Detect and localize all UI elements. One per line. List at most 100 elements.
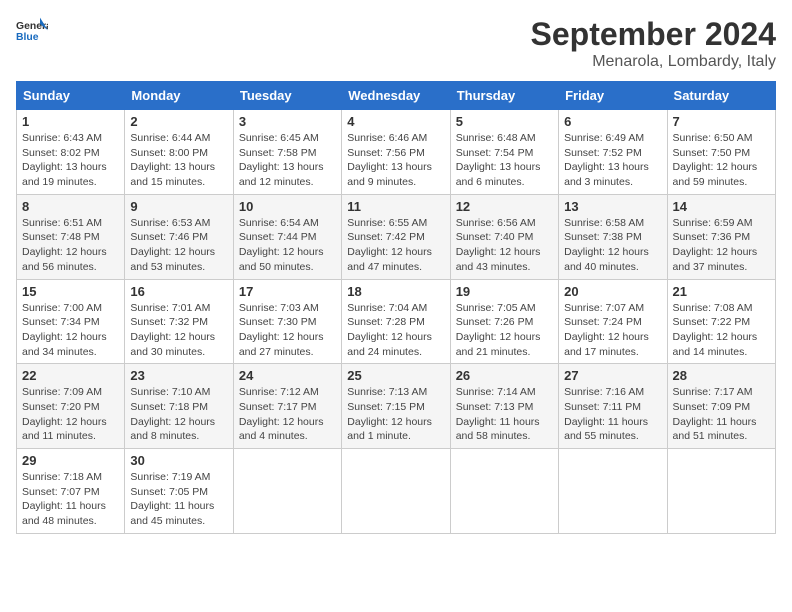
day-detail: Sunrise: 6:45 AM Sunset: 7:58 PM Dayligh… <box>239 131 336 190</box>
day-detail: Sunrise: 7:10 AM Sunset: 7:18 PM Dayligh… <box>130 385 227 444</box>
day-detail: Sunrise: 7:07 AM Sunset: 7:24 PM Dayligh… <box>564 301 661 360</box>
day-number: 25 <box>347 368 444 383</box>
location: Menarola, Lombardy, Italy <box>531 53 776 71</box>
day-number: 11 <box>347 199 444 214</box>
day-detail: Sunrise: 7:01 AM Sunset: 7:32 PM Dayligh… <box>130 301 227 360</box>
calendar-cell: 29 Sunrise: 7:18 AM Sunset: 7:07 PM Dayl… <box>17 449 125 534</box>
col-friday: Friday <box>559 82 667 110</box>
day-number: 13 <box>564 199 661 214</box>
day-detail: Sunrise: 6:51 AM Sunset: 7:48 PM Dayligh… <box>22 216 119 275</box>
calendar-cell: 8 Sunrise: 6:51 AM Sunset: 7:48 PM Dayli… <box>17 194 125 279</box>
calendar-cell <box>450 449 558 534</box>
day-number: 7 <box>673 114 770 129</box>
day-number: 24 <box>239 368 336 383</box>
calendar-cell: 24 Sunrise: 7:12 AM Sunset: 7:17 PM Dayl… <box>233 364 341 449</box>
week-row-3: 15 Sunrise: 7:00 AM Sunset: 7:34 PM Dayl… <box>17 279 776 364</box>
calendar-cell: 20 Sunrise: 7:07 AM Sunset: 7:24 PM Dayl… <box>559 279 667 364</box>
col-wednesday: Wednesday <box>342 82 450 110</box>
calendar-cell: 4 Sunrise: 6:46 AM Sunset: 7:56 PM Dayli… <box>342 110 450 195</box>
calendar-cell <box>667 449 775 534</box>
day-number: 6 <box>564 114 661 129</box>
calendar-cell: 23 Sunrise: 7:10 AM Sunset: 7:18 PM Dayl… <box>125 364 233 449</box>
calendar-cell: 5 Sunrise: 6:48 AM Sunset: 7:54 PM Dayli… <box>450 110 558 195</box>
calendar-cell: 10 Sunrise: 6:54 AM Sunset: 7:44 PM Dayl… <box>233 194 341 279</box>
day-detail: Sunrise: 6:56 AM Sunset: 7:40 PM Dayligh… <box>456 216 553 275</box>
calendar-header-row: Sunday Monday Tuesday Wednesday Thursday… <box>17 82 776 110</box>
day-number: 9 <box>130 199 227 214</box>
day-number: 22 <box>22 368 119 383</box>
day-number: 12 <box>456 199 553 214</box>
day-detail: Sunrise: 6:53 AM Sunset: 7:46 PM Dayligh… <box>130 216 227 275</box>
week-row-4: 22 Sunrise: 7:09 AM Sunset: 7:20 PM Dayl… <box>17 364 776 449</box>
day-detail: Sunrise: 6:54 AM Sunset: 7:44 PM Dayligh… <box>239 216 336 275</box>
calendar-cell: 21 Sunrise: 7:08 AM Sunset: 7:22 PM Dayl… <box>667 279 775 364</box>
day-number: 27 <box>564 368 661 383</box>
day-number: 28 <box>673 368 770 383</box>
day-number: 26 <box>456 368 553 383</box>
day-detail: Sunrise: 7:08 AM Sunset: 7:22 PM Dayligh… <box>673 301 770 360</box>
day-detail: Sunrise: 6:48 AM Sunset: 7:54 PM Dayligh… <box>456 131 553 190</box>
day-number: 18 <box>347 284 444 299</box>
page-header: General Blue September 2024 Menarola, Lo… <box>16 16 776 71</box>
col-sunday: Sunday <box>17 82 125 110</box>
day-detail: Sunrise: 6:44 AM Sunset: 8:00 PM Dayligh… <box>130 131 227 190</box>
calendar-cell: 1 Sunrise: 6:43 AM Sunset: 8:02 PM Dayli… <box>17 110 125 195</box>
col-monday: Monday <box>125 82 233 110</box>
calendar-cell <box>559 449 667 534</box>
calendar-cell: 3 Sunrise: 6:45 AM Sunset: 7:58 PM Dayli… <box>233 110 341 195</box>
day-detail: Sunrise: 7:14 AM Sunset: 7:13 PM Dayligh… <box>456 385 553 444</box>
day-detail: Sunrise: 7:03 AM Sunset: 7:30 PM Dayligh… <box>239 301 336 360</box>
day-detail: Sunrise: 7:04 AM Sunset: 7:28 PM Dayligh… <box>347 301 444 360</box>
day-number: 23 <box>130 368 227 383</box>
calendar-table: Sunday Monday Tuesday Wednesday Thursday… <box>16 81 776 534</box>
svg-text:Blue: Blue <box>16 32 39 43</box>
day-number: 17 <box>239 284 336 299</box>
day-detail: Sunrise: 6:49 AM Sunset: 7:52 PM Dayligh… <box>564 131 661 190</box>
day-number: 16 <box>130 284 227 299</box>
week-row-5: 29 Sunrise: 7:18 AM Sunset: 7:07 PM Dayl… <box>17 449 776 534</box>
logo: General Blue <box>16 16 48 44</box>
calendar-cell: 18 Sunrise: 7:04 AM Sunset: 7:28 PM Dayl… <box>342 279 450 364</box>
calendar-cell <box>233 449 341 534</box>
day-detail: Sunrise: 6:58 AM Sunset: 7:38 PM Dayligh… <box>564 216 661 275</box>
calendar-cell: 30 Sunrise: 7:19 AM Sunset: 7:05 PM Dayl… <box>125 449 233 534</box>
day-number: 3 <box>239 114 336 129</box>
col-tuesday: Tuesday <box>233 82 341 110</box>
day-detail: Sunrise: 6:55 AM Sunset: 7:42 PM Dayligh… <box>347 216 444 275</box>
day-number: 14 <box>673 199 770 214</box>
month-title: September 2024 <box>531 16 776 53</box>
calendar-cell: 12 Sunrise: 6:56 AM Sunset: 7:40 PM Dayl… <box>450 194 558 279</box>
title-area: September 2024 Menarola, Lombardy, Italy <box>531 16 776 71</box>
day-number: 30 <box>130 453 227 468</box>
day-number: 8 <box>22 199 119 214</box>
day-number: 20 <box>564 284 661 299</box>
calendar-cell: 16 Sunrise: 7:01 AM Sunset: 7:32 PM Dayl… <box>125 279 233 364</box>
day-number: 2 <box>130 114 227 129</box>
day-detail: Sunrise: 7:13 AM Sunset: 7:15 PM Dayligh… <box>347 385 444 444</box>
col-saturday: Saturday <box>667 82 775 110</box>
day-detail: Sunrise: 7:17 AM Sunset: 7:09 PM Dayligh… <box>673 385 770 444</box>
day-detail: Sunrise: 7:05 AM Sunset: 7:26 PM Dayligh… <box>456 301 553 360</box>
day-detail: Sunrise: 6:46 AM Sunset: 7:56 PM Dayligh… <box>347 131 444 190</box>
calendar-cell: 17 Sunrise: 7:03 AM Sunset: 7:30 PM Dayl… <box>233 279 341 364</box>
day-detail: Sunrise: 7:09 AM Sunset: 7:20 PM Dayligh… <box>22 385 119 444</box>
day-number: 10 <box>239 199 336 214</box>
calendar-cell: 6 Sunrise: 6:49 AM Sunset: 7:52 PM Dayli… <box>559 110 667 195</box>
day-detail: Sunrise: 7:00 AM Sunset: 7:34 PM Dayligh… <box>22 301 119 360</box>
day-number: 5 <box>456 114 553 129</box>
calendar-cell <box>342 449 450 534</box>
day-number: 21 <box>673 284 770 299</box>
calendar-cell: 27 Sunrise: 7:16 AM Sunset: 7:11 PM Dayl… <box>559 364 667 449</box>
day-detail: Sunrise: 6:50 AM Sunset: 7:50 PM Dayligh… <box>673 131 770 190</box>
calendar-cell: 13 Sunrise: 6:58 AM Sunset: 7:38 PM Dayl… <box>559 194 667 279</box>
day-detail: Sunrise: 7:16 AM Sunset: 7:11 PM Dayligh… <box>564 385 661 444</box>
calendar-cell: 25 Sunrise: 7:13 AM Sunset: 7:15 PM Dayl… <box>342 364 450 449</box>
day-detail: Sunrise: 7:12 AM Sunset: 7:17 PM Dayligh… <box>239 385 336 444</box>
day-number: 19 <box>456 284 553 299</box>
calendar-cell: 26 Sunrise: 7:14 AM Sunset: 7:13 PM Dayl… <box>450 364 558 449</box>
day-number: 1 <box>22 114 119 129</box>
calendar-cell: 2 Sunrise: 6:44 AM Sunset: 8:00 PM Dayli… <box>125 110 233 195</box>
day-detail: Sunrise: 7:19 AM Sunset: 7:05 PM Dayligh… <box>130 470 227 529</box>
day-number: 29 <box>22 453 119 468</box>
day-detail: Sunrise: 6:59 AM Sunset: 7:36 PM Dayligh… <box>673 216 770 275</box>
